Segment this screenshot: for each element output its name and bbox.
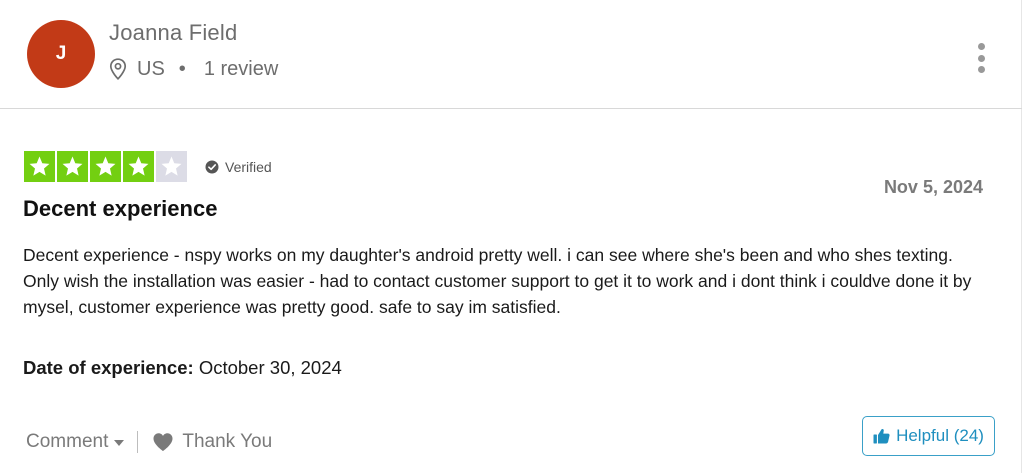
meta-separator-dot: •	[178, 57, 186, 80]
helpful-label: Helpful (24)	[896, 426, 984, 445]
review-actions: Comment Thank You	[26, 428, 272, 456]
avatar[interactable]: J	[27, 20, 95, 88]
experience-date: Date of experience: October 30, 2024	[23, 357, 342, 379]
star-filled	[57, 151, 88, 182]
reviewer-meta: US • 1 review	[109, 56, 278, 82]
thumbs-up-icon	[873, 428, 890, 444]
comment-button[interactable]: Comment	[26, 431, 125, 453]
kebab-dot	[977, 66, 985, 73]
review-body: Decent experience - nspy works on my dau…	[23, 245, 972, 317]
thank-you-button[interactable]: Thank You	[152, 431, 272, 453]
kebab-dot	[977, 43, 985, 50]
heart-icon	[153, 433, 173, 451]
caret-down-icon	[114, 440, 125, 446]
review-date: Nov 5, 2024	[883, 177, 983, 197]
verified-badge[interactable]: Verified	[205, 159, 272, 175]
thank-you-label: Thank You	[182, 431, 273, 452]
experience-date-value: October 30, 2024	[198, 357, 342, 378]
reviewer-review-count: 1 review	[203, 57, 279, 80]
kebab-menu-icon[interactable]	[968, 40, 994, 76]
star-icon	[128, 156, 149, 176]
check-circle-icon	[205, 160, 219, 174]
review-title: Decent experience	[23, 196, 218, 221]
star-icon	[95, 156, 116, 176]
star-icon	[62, 156, 83, 176]
helpful-button[interactable]: Helpful (24)	[862, 416, 995, 456]
star-filled	[24, 151, 55, 182]
review-card: J Joanna Field US • 1 review Verified No…	[0, 0, 1022, 473]
location-pin-icon	[109, 58, 127, 80]
star-filled	[123, 151, 154, 182]
comment-label: Comment	[26, 431, 109, 452]
kebab-dot	[977, 54, 985, 62]
star-empty	[156, 151, 187, 182]
star-filled	[90, 151, 121, 182]
verified-label: Verified	[225, 159, 272, 175]
avatar-initial: J	[55, 43, 67, 64]
star-icon	[29, 156, 50, 176]
reviewer-name[interactable]: Joanna Field	[109, 20, 237, 46]
star-icon	[161, 156, 182, 176]
reviewer-header: J Joanna Field US • 1 review	[0, 0, 1022, 109]
reviewer-country: US	[137, 57, 165, 80]
experience-date-label: Date of experience:	[23, 357, 194, 378]
action-divider	[137, 431, 139, 453]
star-rating	[24, 151, 187, 182]
